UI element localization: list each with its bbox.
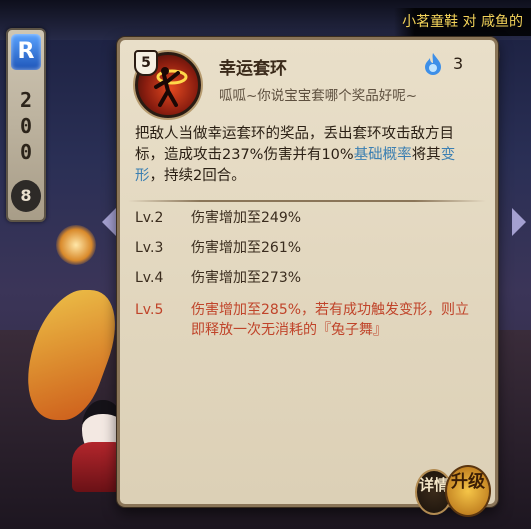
prev-arrow-icon[interactable] (102, 208, 116, 236)
skill-flavor-text: 呱呱~你说宝宝套哪个奖品好呢~ (219, 88, 418, 104)
level-label: Lv.3 (135, 240, 164, 256)
divider (128, 200, 486, 202)
bottom-caption (230, 505, 350, 529)
orb-cost: 3 (423, 52, 483, 76)
skill-description: 把敌人当做幸运套环的奖品，丢出套环攻击敌方目标，造成攻击237%伤害并有10%基… (135, 124, 480, 187)
skill-name: 幸运套环 (219, 59, 287, 79)
upgrade-button-group: 详情 升级 (415, 465, 491, 521)
skill-level-badge: 5 (134, 50, 158, 76)
level-label: Lv.2 (135, 210, 164, 226)
upgrade-button[interactable]: 升级 (445, 465, 491, 517)
orb-cost-value: 3 (453, 54, 464, 73)
level-label: Lv.4 (135, 270, 164, 286)
battle-banner: 小茗童鞋 对 咸鱼的 (394, 8, 531, 36)
cost-digit: 0 (19, 114, 33, 138)
star-badge: 8 (11, 180, 41, 212)
battle-banner-text: 小茗童鞋 对 咸鱼的 (402, 14, 523, 30)
desc-text: ，持续2回合。 (149, 168, 246, 184)
level-effect: 伤害增加至273% (191, 270, 302, 286)
skill-detail-panel: 5 幸运套环 呱呱~你说宝宝套哪个奖品好呢~ 3 把敌人当做幸运套环的奖品，丢出… (117, 37, 498, 507)
blue-flame-orb-icon (425, 53, 441, 75)
cost-digit: 0 (19, 140, 33, 164)
rarity-badge: R (11, 34, 41, 70)
next-arrow-icon[interactable] (512, 208, 526, 236)
shikigami-card-bar[interactable]: R 2 0 0 8 (6, 28, 46, 222)
keyword-base-probability[interactable]: 基础概率 (354, 147, 412, 163)
desc-text: 将其 (411, 147, 441, 163)
cost-digit: 2 (19, 88, 33, 112)
level-effect: 伤害增加至285%，若有成功触发变形，则立即释放一次无消耗的『兔子舞』 (191, 302, 470, 338)
level-label: Lv.5 (135, 302, 164, 318)
level-effect: 伤害增加至249% (191, 210, 302, 226)
lantern-light (56, 225, 96, 265)
level-effect: 伤害增加至261% (191, 240, 302, 256)
